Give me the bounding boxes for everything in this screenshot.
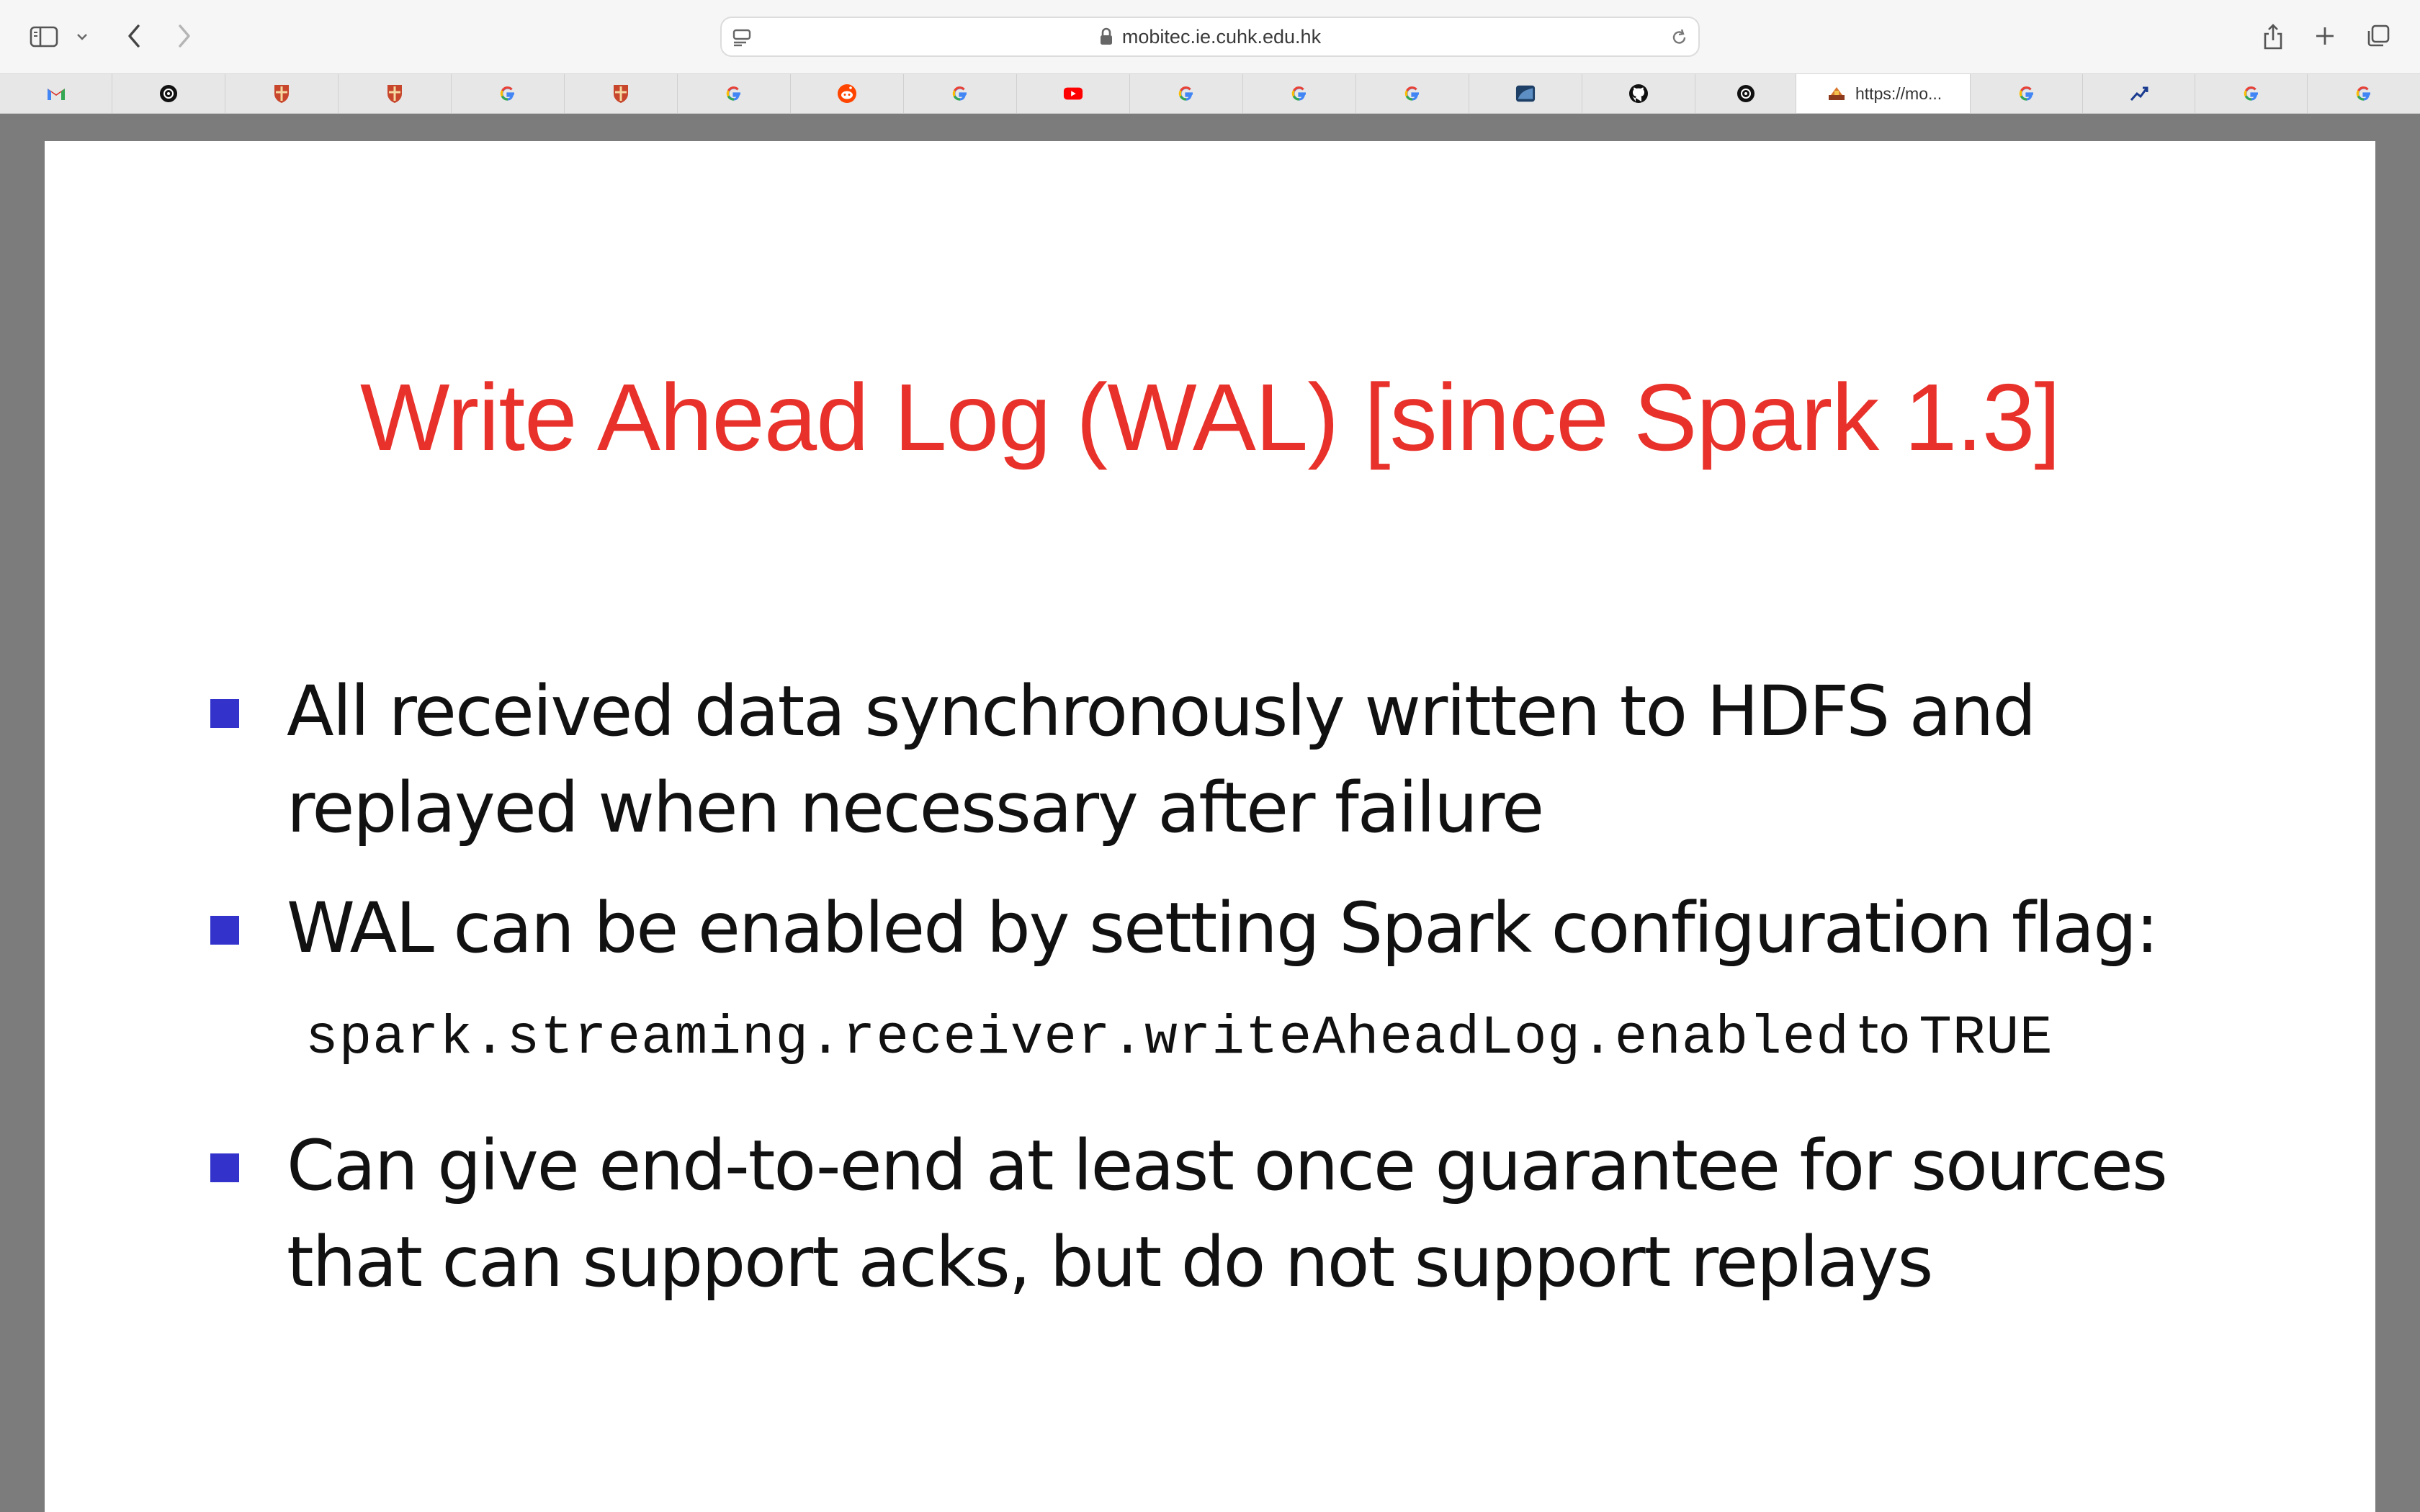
plus-icon[interactable] — [2311, 22, 2339, 50]
tab-cambridge-2[interactable] — [339, 74, 452, 113]
tab-google-7[interactable] — [1971, 74, 2083, 113]
google-icon — [498, 84, 518, 104]
sidebar-icon[interactable] — [27, 24, 60, 49]
bullet-item: All received data synchronously written … — [210, 663, 2256, 856]
bullet-item: Can give end-to-end at least once guaran… — [210, 1117, 2256, 1310]
cambridge-shield-icon — [385, 84, 405, 104]
bullet-line: that can support acks, but do not suppor… — [287, 1222, 1933, 1302]
tab-google-9[interactable] — [2308, 74, 2420, 113]
tab-google-3[interactable] — [904, 74, 1017, 113]
url-text: mobitec.ie.cuhk.edu.hk — [1121, 25, 1322, 48]
tab-google-1[interactable] — [452, 74, 565, 113]
youtube-icon — [1063, 84, 1083, 104]
tab-github[interactable] — [1582, 74, 1695, 113]
bullet-square-icon — [210, 699, 239, 728]
document-viewer[interactable]: Write Ahead Log (WAL) [since Spark 1.3] … — [0, 114, 2420, 1512]
app-window-icon — [1515, 84, 1536, 104]
google-icon — [1289, 84, 1309, 104]
openai-icon — [158, 84, 179, 104]
bullet-line: All received data synchronously written … — [287, 671, 2036, 752]
forward-arrow-icon[interactable] — [170, 22, 199, 50]
reddit-icon — [837, 84, 857, 104]
tab-overview-icon[interactable] — [2364, 22, 2393, 50]
bullet-item: WAL can be enabled by setting Spark conf… — [210, 880, 2256, 976]
tab-openai[interactable] — [112, 74, 225, 113]
tab-google-2[interactable] — [678, 74, 791, 113]
google-icon — [2017, 84, 2037, 104]
google-icon — [724, 84, 744, 104]
tab-google-6[interactable] — [1356, 74, 1469, 113]
tab-mobitec-active[interactable]: https://mo... — [1796, 74, 1971, 113]
chevron-down-icon[interactable] — [73, 29, 91, 45]
cambridge-shield-icon — [272, 84, 292, 104]
config-value: TRUE — [1919, 1007, 2053, 1069]
google-icon — [1402, 84, 1422, 104]
bullet-line: WAL can be enabled by setting Spark conf… — [287, 888, 2159, 968]
back-arrow-icon[interactable] — [120, 22, 148, 50]
gmail-icon — [46, 84, 66, 104]
reload-icon[interactable] — [1668, 27, 1691, 48]
tab-app-window[interactable] — [1469, 74, 1582, 113]
cambridge-shield-icon — [611, 84, 631, 104]
tab-trend[interactable] — [2083, 74, 2195, 113]
config-flag-line: spark.streaming.receiver.writeAheadLog.e… — [305, 1004, 2053, 1069]
browser-toolbar: mobitec.ie.cuhk.edu.hk — [0, 0, 2420, 73]
tab-cambridge-1[interactable] — [225, 74, 339, 113]
bullet-square-icon — [210, 1153, 239, 1182]
slide-title: Write Ahead Log (WAL) [since Spark 1.3] — [359, 364, 2061, 470]
google-icon — [950, 84, 970, 104]
github-icon — [1628, 84, 1649, 104]
config-to-word: to — [1857, 1004, 1911, 1065]
tab-reddit[interactable] — [791, 74, 904, 113]
config-flag: spark.streaming.receiver.writeAheadLog.e… — [305, 1007, 1850, 1069]
tab-youtube[interactable] — [1017, 74, 1130, 113]
lock-icon — [1099, 27, 1113, 46]
tab-google-4[interactable] — [1130, 74, 1243, 113]
bullet-line: Can give end-to-end at least once guaran… — [287, 1125, 2168, 1206]
address-bar[interactable]: mobitec.ie.cuhk.edu.hk — [720, 17, 1700, 57]
google-icon — [1176, 84, 1196, 104]
openai-icon — [1736, 84, 1756, 104]
tab-strip: https://mo... — [0, 73, 2420, 114]
slide-page: Write Ahead Log (WAL) [since Spark 1.3] … — [45, 141, 2375, 1512]
trend-chart-icon — [2129, 84, 2149, 104]
tab-label: https://mo... — [1855, 84, 1942, 103]
mobitec-icon — [1827, 84, 1847, 104]
google-icon — [2241, 84, 2262, 104]
share-icon[interactable] — [2259, 19, 2287, 53]
tab-google-8[interactable] — [2195, 74, 2308, 113]
tab-openai-2[interactable] — [1695, 74, 1796, 113]
bullet-square-icon — [210, 916, 239, 945]
google-icon — [2354, 84, 2374, 104]
tab-gmail[interactable] — [0, 74, 112, 113]
bullet-line: replayed when necessary after failure — [287, 768, 1544, 848]
tab-cambridge-3[interactable] — [565, 74, 678, 113]
tab-google-5[interactable] — [1243, 74, 1356, 113]
